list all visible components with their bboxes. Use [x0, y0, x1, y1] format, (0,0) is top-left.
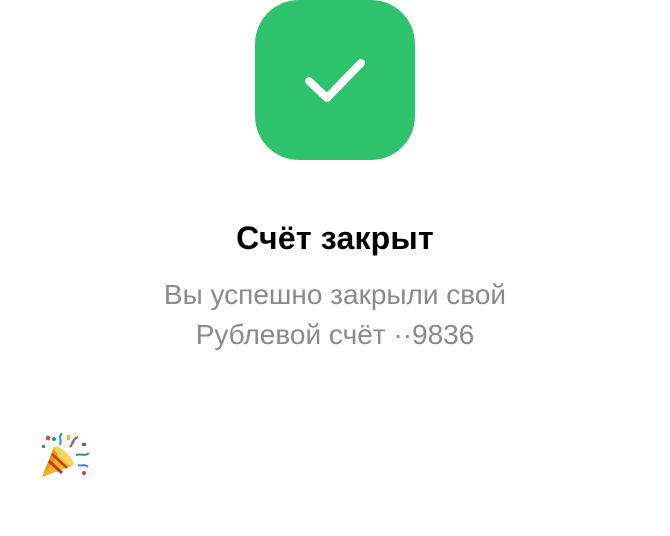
party-popper-icon: [40, 432, 90, 479]
message-line-1: Вы успешно закрыли свой: [163, 279, 507, 310]
success-status-tile: [255, 0, 415, 160]
message-line-2: Рублевой счёт ··9836: [195, 319, 475, 350]
checkmark-icon: [305, 59, 365, 102]
page-title: Счёт закрыт: [236, 220, 434, 256]
confirmation-message: Вы успешно закрыли свой Рублевой счёт ··…: [0, 275, 670, 355]
